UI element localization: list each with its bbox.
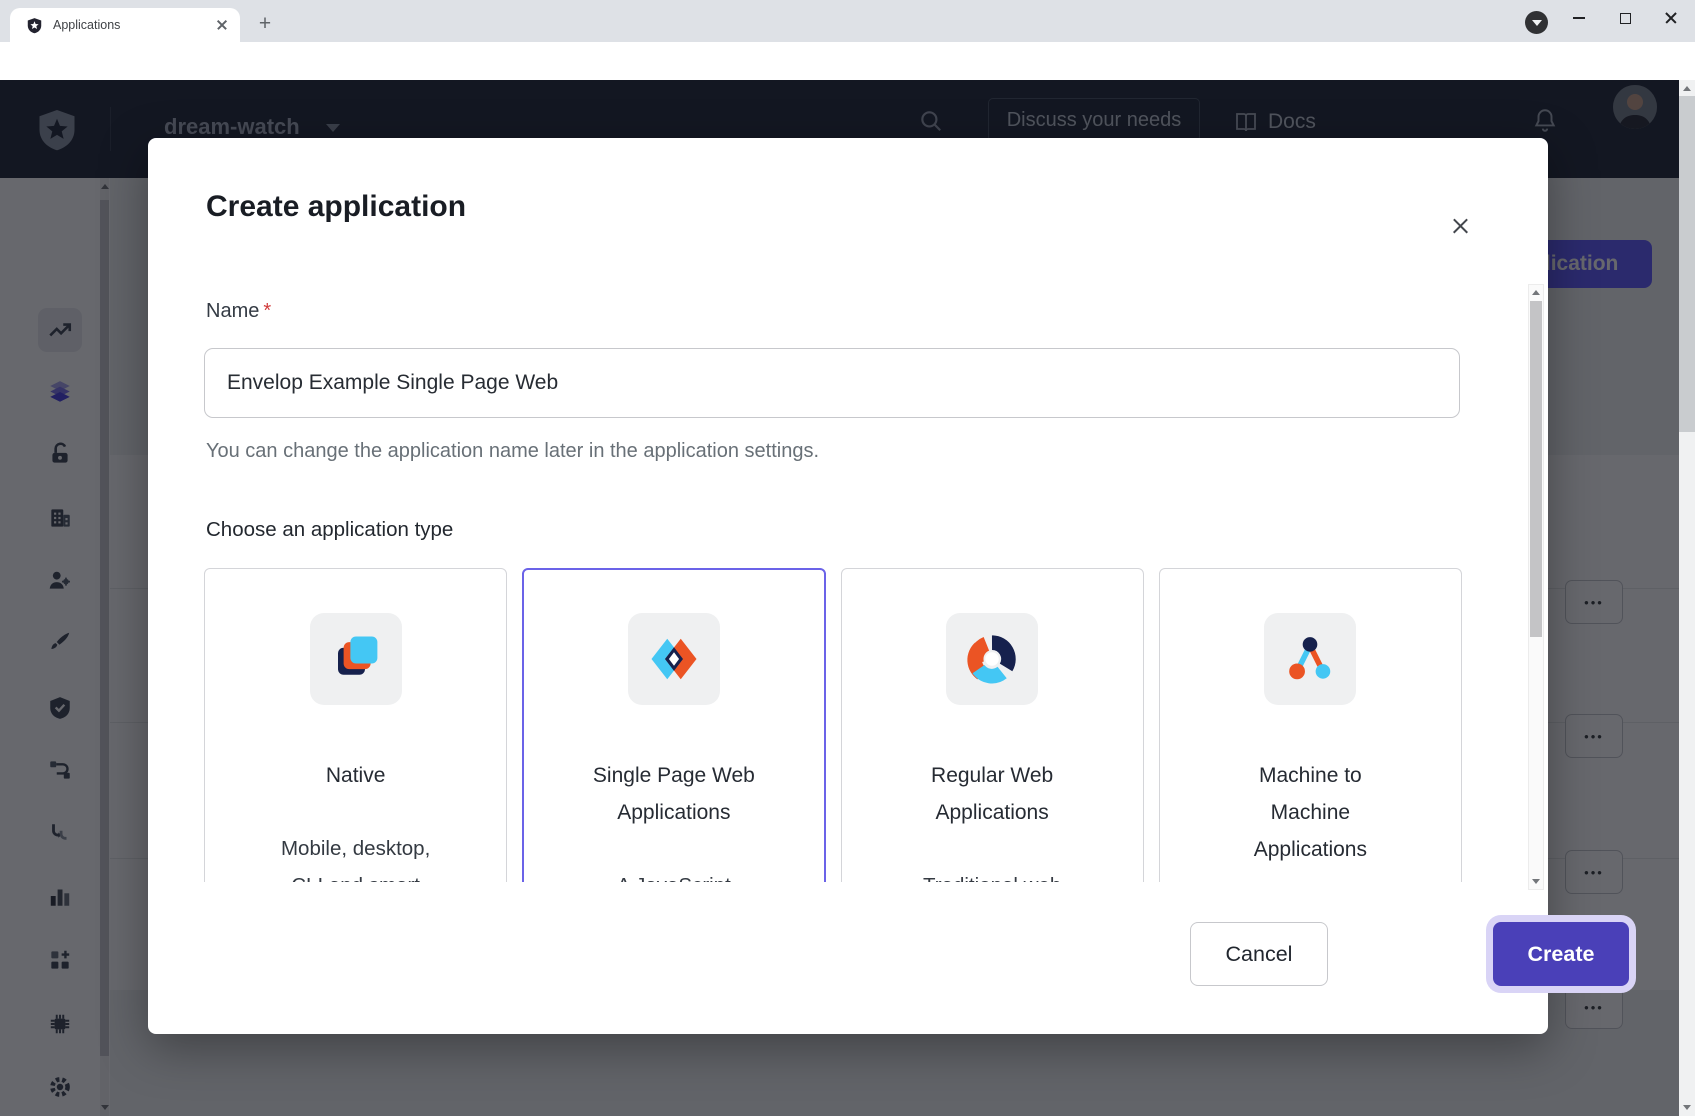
create-application-modal: Create application Name* You can change … bbox=[148, 138, 1548, 1034]
card-description: Mobile, desktop, CLI and smart bbox=[205, 830, 506, 882]
card-title: Native bbox=[205, 757, 506, 794]
card-description: A JavaScript bbox=[524, 867, 823, 882]
browser-toolbar: manage.auth0.com/dashboard/eu/dream-watc… bbox=[0, 42, 1695, 80]
card-title: Machine to Machine Applications bbox=[1160, 757, 1461, 868]
application-type-cards: Native Mobile, desktop, CLI and smart Si… bbox=[204, 568, 1462, 882]
tab-close-icon[interactable] bbox=[214, 17, 230, 33]
card-regular-web[interactable]: Regular Web Applications Traditional web bbox=[841, 568, 1144, 882]
tab-strip: Applications + bbox=[0, 0, 1695, 42]
screen: Applications + manage.auth0.com/dashboar… bbox=[0, 0, 1695, 1116]
card-title: Single Page Web Applications bbox=[524, 757, 823, 831]
required-asterisk: * bbox=[263, 300, 271, 322]
tab-search-button[interactable] bbox=[1525, 11, 1548, 34]
tab-title: Applications bbox=[53, 18, 214, 32]
modal-scrollbar-thumb[interactable] bbox=[1530, 301, 1542, 637]
spa-icon bbox=[628, 613, 720, 705]
card-native[interactable]: Native Mobile, desktop, CLI and smart bbox=[204, 568, 507, 882]
window-close-button[interactable] bbox=[1654, 4, 1688, 32]
scrollbar-thumb[interactable] bbox=[1679, 96, 1695, 432]
card-machine-to-machine[interactable]: Machine to Machine Applications bbox=[1159, 568, 1462, 882]
modal-scrollbar[interactable] bbox=[1528, 284, 1544, 890]
card-single-page-web[interactable]: Single Page Web Applications A JavaScrip… bbox=[522, 568, 825, 882]
m2m-icon bbox=[1264, 613, 1356, 705]
window-maximize-button[interactable] bbox=[1608, 4, 1642, 32]
new-tab-button[interactable]: + bbox=[250, 9, 280, 39]
cancel-button[interactable]: Cancel bbox=[1190, 922, 1328, 986]
create-button[interactable]: Create bbox=[1493, 922, 1629, 986]
name-label: Name* bbox=[206, 300, 271, 323]
application-name-input[interactable] bbox=[204, 348, 1460, 418]
window-minimize-button[interactable] bbox=[1562, 4, 1596, 32]
card-description: Traditional web bbox=[842, 867, 1143, 882]
auth0-favicon-icon bbox=[26, 17, 43, 34]
card-title: Regular Web Applications bbox=[842, 757, 1143, 831]
browser-tab[interactable]: Applications bbox=[10, 8, 240, 42]
choose-type-label: Choose an application type bbox=[206, 518, 453, 542]
name-helper-text: You can change the application name late… bbox=[206, 440, 819, 463]
regular-web-icon bbox=[946, 613, 1038, 705]
native-icon bbox=[310, 613, 402, 705]
modal-title: Create application bbox=[206, 190, 466, 224]
browser-scrollbar[interactable] bbox=[1679, 80, 1695, 1116]
close-icon[interactable] bbox=[1444, 210, 1476, 242]
